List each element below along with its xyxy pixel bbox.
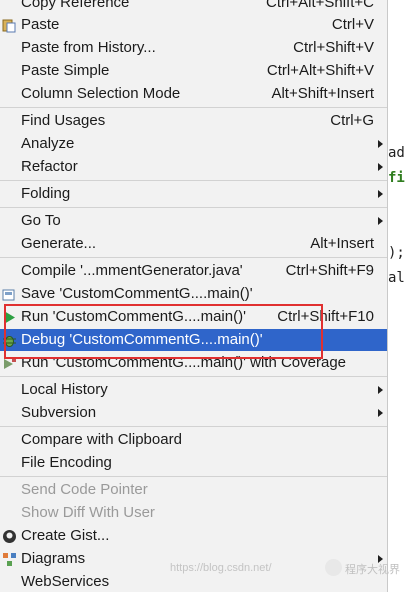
watermark-url: https://blog.csdn.net/ (170, 562, 272, 574)
menu-item-paste-from-history[interactable]: Paste from History... Ctrl+Shift+V (0, 37, 387, 59)
menu-item-column-selection-mode[interactable]: Column Selection Mode Alt+Shift+Insert (0, 83, 387, 105)
context-menu: Copy Reference Ctrl+Alt+Shift+C Paste Ct… (0, 0, 388, 592)
menu-item-generate[interactable]: Generate... Alt+Insert (0, 233, 387, 255)
menu-separator (0, 376, 387, 377)
menu-separator (0, 207, 387, 208)
menu-item-go-to[interactable]: Go To (0, 210, 387, 232)
menu-separator (0, 180, 387, 181)
submenu-arrow-icon (378, 409, 383, 417)
menu-item-refactor[interactable]: Refactor (0, 156, 387, 178)
save-configuration-icon (2, 287, 17, 302)
menu-item-find-usages[interactable]: Find Usages Ctrl+G (0, 110, 387, 132)
editor-code-fragment: ad (388, 145, 405, 161)
menu-separator (0, 476, 387, 477)
submenu-arrow-icon (378, 163, 383, 171)
submenu-arrow-icon (378, 140, 383, 148)
menu-item-local-history[interactable]: Local History (0, 379, 387, 401)
editor-code-fragment: al (388, 270, 405, 286)
diagrams-icon (2, 552, 17, 567)
menu-item-folding[interactable]: Folding (0, 183, 387, 205)
menu-item-paste-simple[interactable]: Paste Simple Ctrl+Alt+Shift+V (0, 60, 387, 82)
github-icon (2, 529, 17, 544)
menu-item-analyze[interactable]: Analyze (0, 133, 387, 155)
submenu-arrow-icon (378, 217, 383, 225)
menu-item-compile[interactable]: Compile '...mmentGenerator.java' Ctrl+Sh… (0, 260, 387, 282)
editor-code-fragment: ); (388, 245, 405, 261)
menu-separator (0, 257, 387, 258)
submenu-arrow-icon (378, 190, 383, 198)
wechat-icon (325, 559, 342, 576)
editor-code-fragment: fi (388, 170, 405, 186)
submenu-arrow-icon (378, 386, 383, 394)
menu-item-send-code-pointer: Send Code Pointer (21, 481, 148, 498)
menu-item-paste[interactable]: Paste Ctrl+V (0, 14, 387, 36)
menu-item-show-diff-with-user: Show Diff With User (21, 504, 155, 521)
menu-item-subversion[interactable]: Subversion (0, 402, 387, 424)
menu-item-create-gist[interactable]: Create Gist... (0, 525, 387, 547)
menu-item-copy-reference[interactable]: Copy Reference Ctrl+Alt+Shift+C (0, 0, 387, 14)
watermark-account: 程序大视界 (345, 564, 400, 576)
menu-item-save-configuration[interactable]: Save 'CustomCommentG....main()' (0, 283, 387, 305)
paste-icon (2, 18, 17, 33)
highlight-box (4, 304, 323, 359)
menu-separator (0, 426, 387, 427)
menu-item-file-encoding[interactable]: File Encoding (0, 452, 387, 474)
menu-item-compare-with-clipboard[interactable]: Compare with Clipboard (0, 429, 387, 451)
menu-separator (0, 107, 387, 108)
